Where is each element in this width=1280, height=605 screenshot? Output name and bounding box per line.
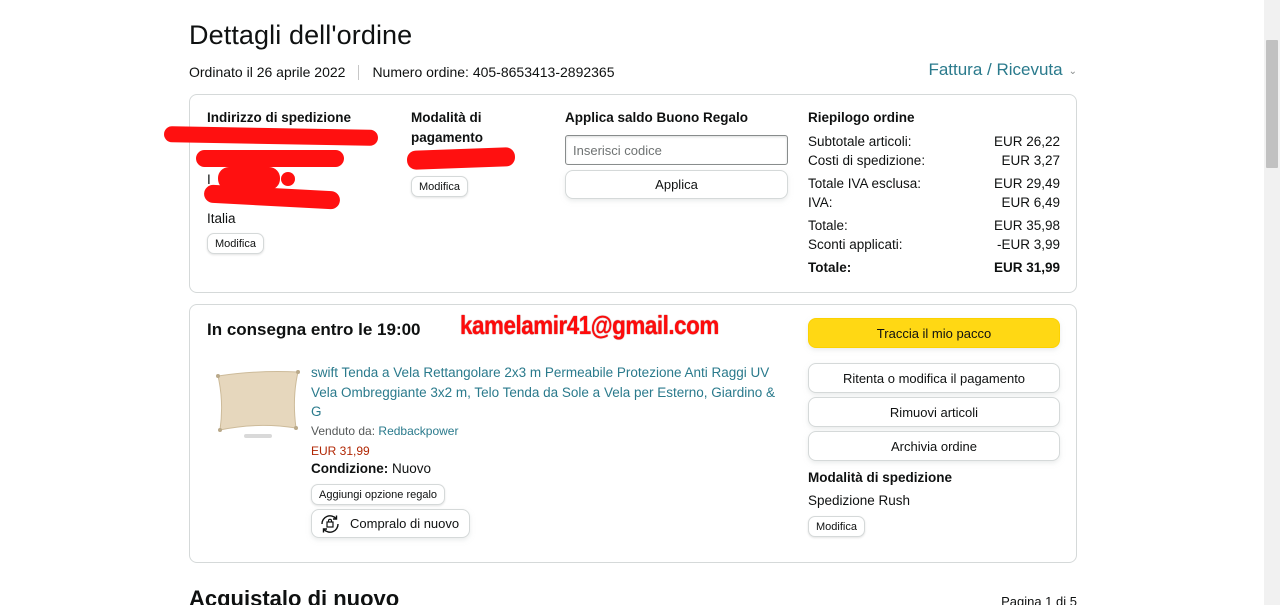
redaction-mark (196, 150, 344, 167)
order-meta: Ordinato il 26 aprile 2022 Numero ordine… (189, 64, 615, 80)
order-info-card: Indirizzo di spedizione I Italia Modific… (163, 94, 1077, 293)
shipment-card: In consegna entro le 19:00 kamelamir41@g… (189, 304, 1077, 563)
summary-row-grand-total: Totale: EUR 31,99 (808, 258, 1060, 277)
sold-by-label: Venduto da: (311, 424, 376, 438)
edit-address-button[interactable]: Modifica (207, 233, 264, 254)
shipping-method-heading: Modalità di spedizione (808, 470, 953, 485)
order-details-page: Dettagli dell'ordine Ordinato il 26 apri… (163, 0, 1077, 605)
payment-heading-line1: Modalità di (411, 110, 482, 125)
shipping-address-heading: Indirizzo di spedizione (207, 110, 352, 125)
remove-items-button[interactable]: Rimuovi articoli (808, 397, 1060, 427)
chevron-down-icon: ⌄ (1068, 65, 1077, 77)
redaction-mark (203, 184, 341, 210)
summary-label: Sconti applicati: (808, 237, 903, 252)
buy-again-label: Compralo di nuovo (350, 516, 460, 531)
buy-again-icon (321, 514, 339, 533)
apply-gift-card-button[interactable]: Applica (565, 170, 788, 199)
summary-value: -EUR 3,99 (996, 237, 1060, 252)
condition-value: Nuovo (392, 461, 432, 476)
edit-shipping-method-button[interactable]: Modifica (808, 516, 865, 537)
summary-label: Totale: (808, 218, 848, 233)
archive-order-button[interactable]: Archivia ordine (808, 431, 1060, 461)
invoice-dropdown[interactable]: Fattura / Ricevuta ⌄ (928, 60, 1077, 80)
product-title-link[interactable]: swift Tenda a Vela Rettangolare 2x3 m Pe… (311, 363, 786, 422)
shipping-method-value: Spedizione Rush (808, 493, 911, 508)
order-summary: Riepilogo ordine Subtotale articoli: EUR… (808, 108, 1060, 277)
page-title: Dettagli dell'ordine (189, 20, 413, 50)
summary-value: EUR 3,27 (1001, 153, 1060, 168)
summary-label: Subtotale articoli: (808, 134, 912, 149)
summary-heading: Riepilogo ordine (808, 110, 915, 125)
summary-row-total: Totale: EUR 35,98 (808, 216, 1060, 235)
vertical-scrollbar[interactable] (1264, 0, 1280, 605)
seller-link[interactable]: Redbackpower (378, 424, 458, 438)
redaction-mark (406, 147, 516, 170)
summary-value: EUR 29,49 (993, 176, 1060, 191)
gift-card-heading: Applica saldo Buono Regalo (565, 110, 749, 125)
track-package-button[interactable]: Traccia il mio pacco (808, 318, 1060, 348)
summary-row-vat: IVA: EUR 6,49 (808, 193, 1060, 212)
buy-again-section-title: Acquistalo di nuovo (189, 586, 400, 605)
summary-value: EUR 26,22 (993, 134, 1060, 149)
sold-by: Venduto da: Redbackpower (311, 424, 458, 438)
product-price: EUR 31,99 (311, 444, 370, 458)
meta-divider (358, 64, 360, 80)
handwritten-email-annotation: kamelamir41@gmail.com (460, 310, 719, 340)
delivery-heading: In consegna entro le 19:00 (207, 320, 421, 339)
retry-payment-button[interactable]: Ritenta o modifica il pagamento (808, 363, 1060, 393)
summary-value: EUR 6,49 (1001, 195, 1060, 210)
product-condition: Condizione: Nuovo (311, 461, 431, 476)
summary-row-discounts: Sconti applicati: -EUR 3,99 (808, 235, 1060, 254)
order-date: Ordinato il 26 aprile 2022 (189, 64, 346, 80)
product-thumbnail[interactable] (212, 368, 302, 440)
condition-label: Condizione: (311, 461, 389, 476)
order-number: Numero ordine: 405-8653413-2892365 (372, 64, 615, 80)
redaction-mark (163, 126, 379, 146)
summary-row-shipping: Costi di spedizione: EUR 3,27 (808, 151, 1060, 170)
summary-value: EUR 35,98 (993, 218, 1060, 233)
summary-row-net-total: Totale IVA esclusa: EUR 29,49 (808, 174, 1060, 193)
summary-label: IVA: (808, 195, 833, 210)
edit-payment-button[interactable]: Modifica (411, 176, 468, 197)
summary-label: Totale: (808, 260, 852, 275)
payment-heading-line2: pagamento (411, 130, 484, 145)
redaction-mark (281, 172, 295, 186)
scrollbar-thumb[interactable] (1266, 40, 1278, 168)
summary-label: Totale IVA esclusa: (808, 176, 922, 191)
summary-label: Costi di spedizione: (808, 153, 926, 168)
invoice-link[interactable]: Fattura / Ricevuta (928, 60, 1062, 80)
summary-value: EUR 31,99 (993, 260, 1060, 275)
gift-code-input[interactable] (565, 135, 788, 165)
address-country: Italia (207, 211, 236, 226)
page-indicator: Pagina 1 di 5 (1001, 594, 1077, 605)
add-gift-option-button[interactable]: Aggiungi opzione regalo (311, 484, 446, 505)
buy-again-button[interactable]: Compralo di nuovo (311, 509, 471, 538)
payment-heading: Modalità di pagamento (411, 108, 483, 148)
summary-row-subtotal: Subtotale articoli: EUR 26,22 (808, 132, 1060, 151)
